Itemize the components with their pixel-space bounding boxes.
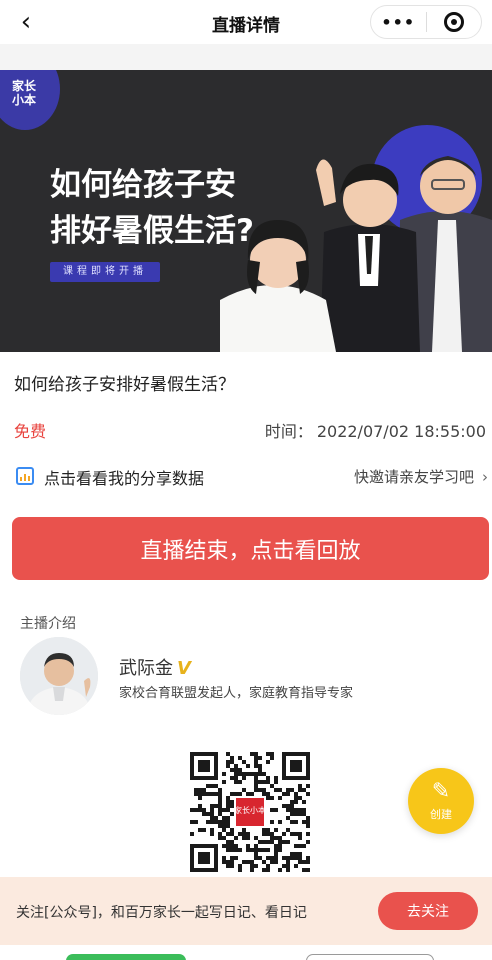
time-value: 2022/07/02 18:55:00	[316, 422, 486, 441]
chevron-right-icon: ›	[482, 468, 488, 486]
price-label: 免费	[14, 422, 47, 441]
course-title: 如何给孩子安排好暑假生活？	[14, 375, 235, 395]
banner-status-tag: 课程即将开播	[50, 262, 160, 282]
host-avatar[interactable]	[20, 637, 98, 715]
brand-logo-text: 家长 小本	[12, 79, 37, 107]
bottom-primary-button[interactable]	[66, 954, 186, 960]
mini-program-capsule: •••	[370, 5, 482, 39]
bar-chart-icon	[16, 467, 34, 485]
share-data-link[interactable]: 点击看看我的分享数据	[44, 465, 204, 489]
top-nav-bar: ‹ 直播详情 •••	[0, 0, 492, 44]
create-fab-label: 创建	[430, 807, 452, 821]
host-section-title: 主播介绍	[20, 616, 76, 632]
target-circle-icon	[443, 12, 464, 32]
more-dots-icon[interactable]: •••	[371, 13, 426, 32]
watch-replay-button[interactable]: 直播结束，点击看回放	[12, 517, 489, 580]
qr-code: 家长小本	[186, 748, 314, 876]
invite-friends-link[interactable]: 快邀请亲友学习吧 ›	[354, 466, 488, 487]
share-data-row[interactable]: 点击看看我的分享数据 快邀请亲友学习吧 ›	[14, 464, 488, 488]
invite-label: 快邀请亲友学习吧	[353, 468, 474, 486]
start-time: 时间： 2022/07/02 18:55:00	[265, 418, 486, 442]
pencil-icon: ✎	[431, 778, 451, 804]
close-mini-program-button[interactable]	[426, 12, 481, 32]
course-banner: 家长 小本 如何给孩子安 排好暑假生活? 课程即将开播	[0, 70, 492, 352]
follow-prompt: 关注[公众号]，和百万家长一起写日记、看日记	[16, 905, 307, 921]
verified-badge-icon: V	[177, 658, 191, 679]
header-spacer	[0, 44, 492, 70]
host-description: 家校合育联盟发起人，家庭教育指导专家	[119, 686, 354, 701]
time-label: 时间：	[264, 422, 313, 441]
create-fab-button[interactable]: ✎ 创建	[408, 768, 474, 834]
follow-banner: 关注[公众号]，和百万家长一起写日记、看日记 去关注	[0, 877, 492, 945]
host-name-text: 武际金	[119, 658, 173, 679]
speakers-photo	[220, 156, 492, 352]
follow-button[interactable]: 去关注	[378, 892, 478, 930]
host-name: 武际金 V	[119, 654, 191, 680]
bottom-secondary-button[interactable]	[306, 954, 434, 960]
brand-logo: 家长 小本	[0, 70, 60, 130]
qr-code-image: 家长小本	[190, 752, 310, 872]
qr-center-logo: 家长小本	[234, 805, 266, 815]
host-avatar-image	[20, 637, 98, 715]
